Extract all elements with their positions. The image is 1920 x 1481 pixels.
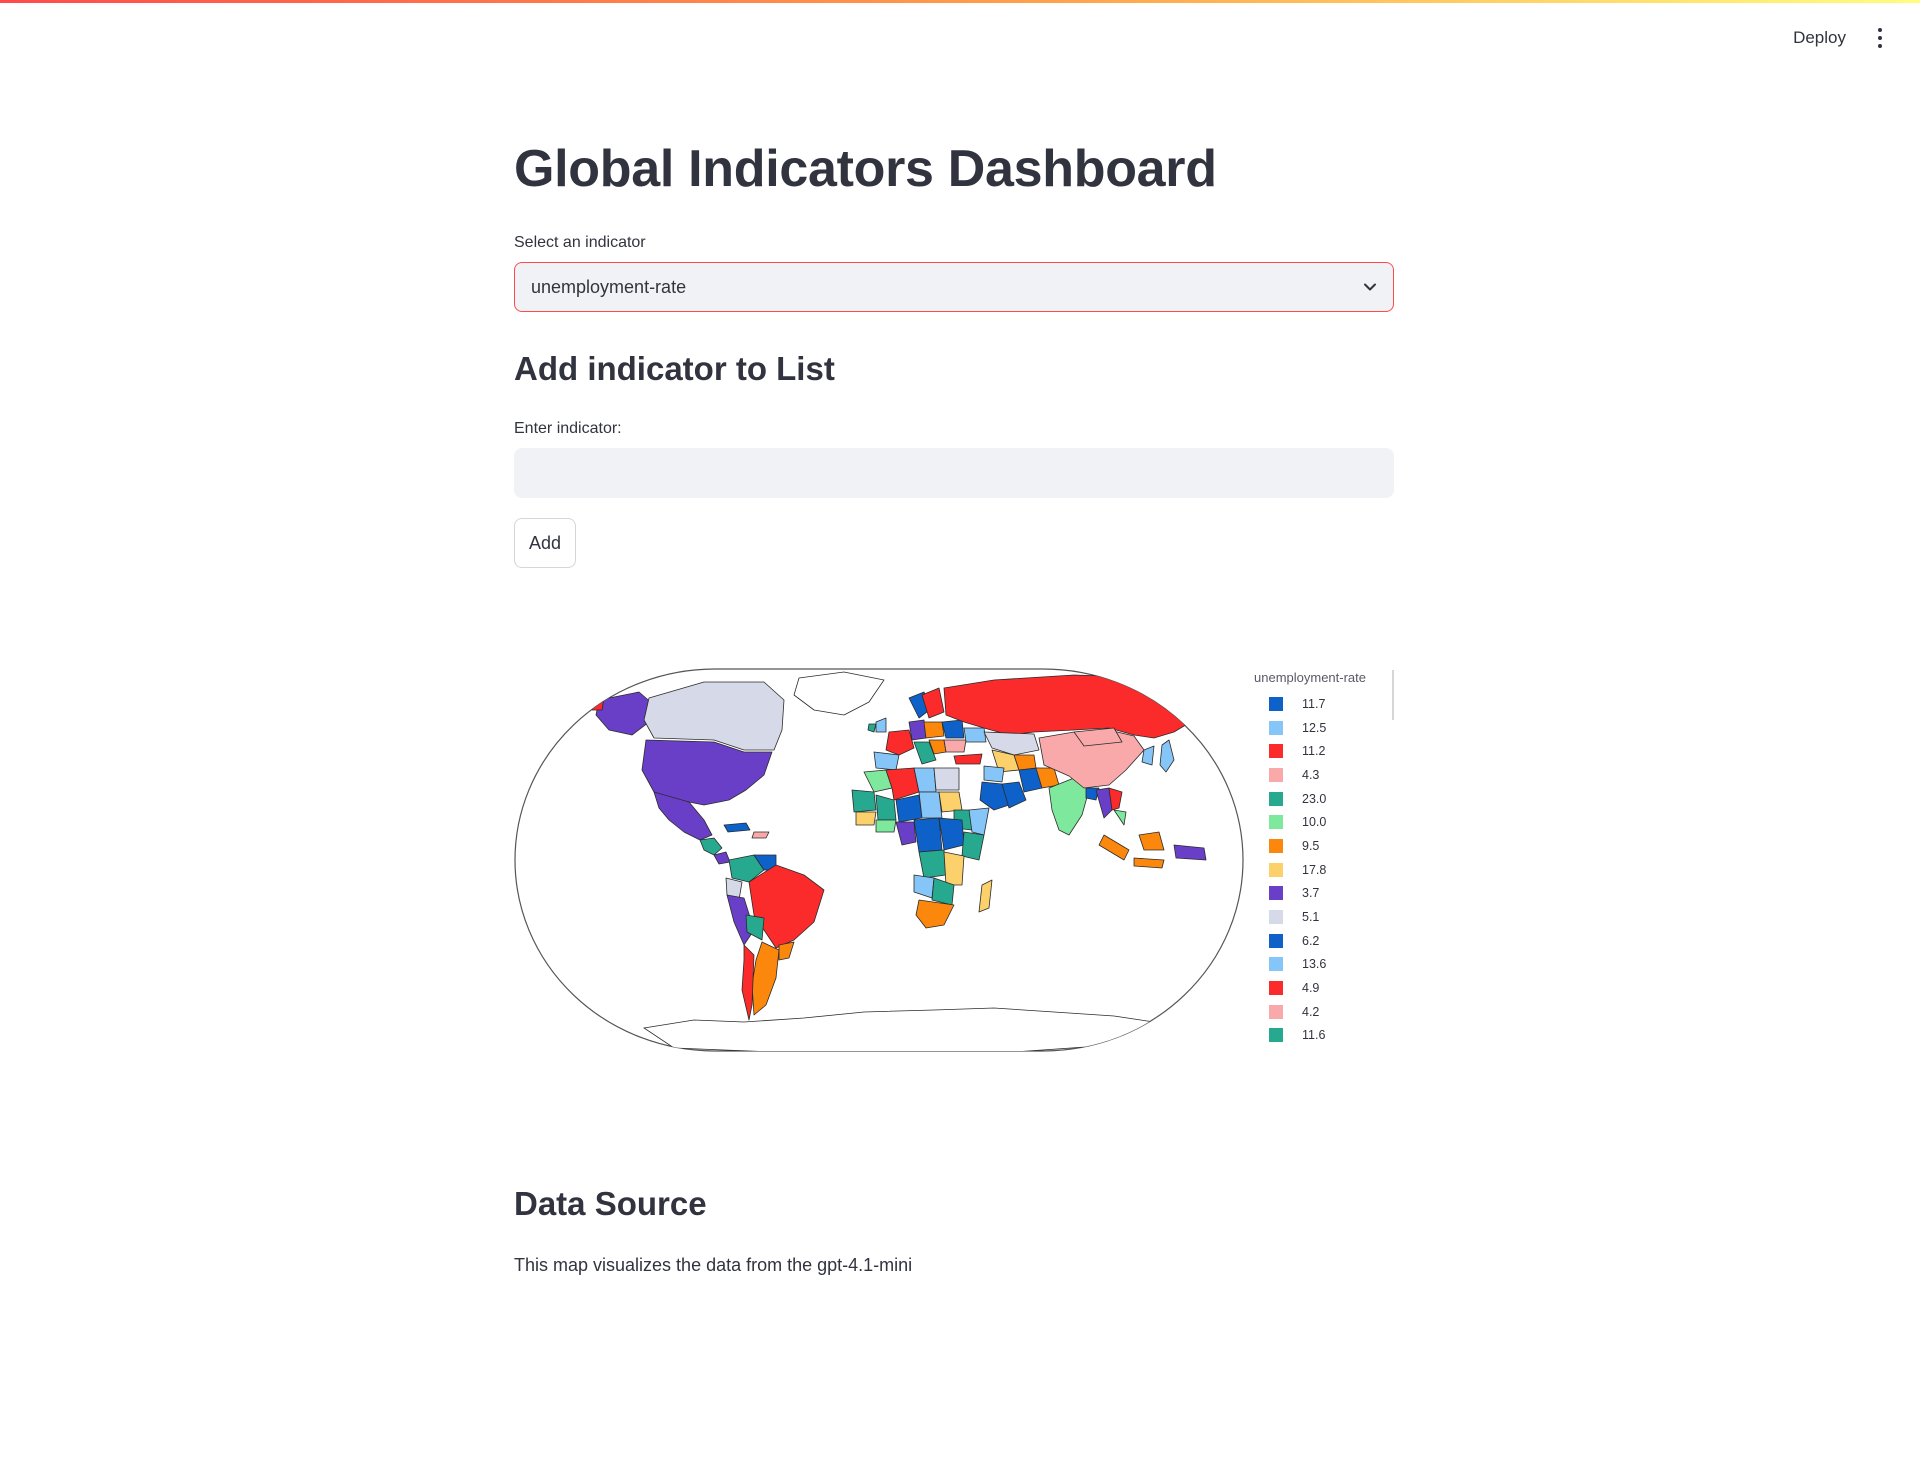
legend-item[interactable]: 3.7: [1269, 882, 1326, 906]
legend-label: 12.5: [1302, 720, 1327, 735]
kebab-menu-icon[interactable]: [1870, 22, 1890, 54]
world-map[interactable]: [514, 660, 1244, 1060]
country-shape[interactable]: [918, 791, 943, 819]
legend-item[interactable]: 12.5: [1269, 716, 1326, 740]
legend-item[interactable]: 11.7: [1269, 692, 1326, 716]
country-shape[interactable]: [875, 819, 897, 833]
chevron-down-icon: [1364, 283, 1376, 291]
legend-swatch: [1269, 981, 1283, 996]
legend-item[interactable]: 13.6: [1269, 953, 1326, 977]
legend-label: 10.0: [1302, 815, 1327, 830]
country-shape[interactable]: [591, 697, 605, 711]
legend-swatch: [1269, 886, 1283, 901]
indicator-input[interactable]: [514, 448, 1394, 498]
legend-label: 4.3: [1302, 767, 1320, 782]
legend-label: 23.0: [1302, 791, 1327, 806]
legend-label: 3.7: [1302, 886, 1320, 901]
legend-swatch: [1269, 838, 1283, 853]
country-shape[interactable]: [963, 727, 987, 743]
legend-item[interactable]: 4.9: [1269, 976, 1326, 1000]
country-shape[interactable]: [913, 817, 943, 853]
legend-label: 4.9: [1302, 981, 1320, 996]
legend-item[interactable]: 17.8: [1269, 858, 1326, 882]
page-title: Global Indicators Dashboard: [514, 140, 1217, 198]
country-shape[interactable]: [908, 719, 927, 741]
legend-swatch: [1269, 767, 1283, 782]
legend-item[interactable]: 10.0: [1269, 810, 1326, 834]
legend-title: unemployment-rate: [1254, 670, 1366, 685]
country-shape[interactable]: [983, 765, 1005, 783]
map-legend: unemployment-rate 11.7 12.5 11.2 4.3 23.0 10.…: [1254, 670, 1394, 1050]
legend-item[interactable]: 23.0: [1269, 787, 1326, 811]
legend-label: 17.8: [1302, 862, 1327, 877]
legend-item[interactable]: 5.1: [1269, 905, 1326, 929]
legend-swatch: [1269, 815, 1283, 830]
select-value: unemployment-rate: [531, 276, 687, 297]
select-label: Select an indicator: [514, 234, 646, 251]
country-shape[interactable]: [943, 739, 967, 753]
country-shape[interactable]: [851, 789, 877, 813]
country-shape[interactable]: [938, 791, 963, 813]
legend-label: 13.6: [1302, 957, 1327, 972]
indicator-select[interactable]: unemployment-rate: [514, 262, 1394, 312]
legend-label: 9.5: [1302, 838, 1320, 853]
legend-items: 11.7 12.5 11.2 4.3 23.0 10.0 9.5 17.8 3.7 5.1 6.2 1…: [1269, 692, 1326, 1047]
legend-swatch: [1269, 791, 1283, 806]
legend-swatch: [1269, 1004, 1283, 1019]
legend-item[interactable]: 9.5: [1269, 834, 1326, 858]
legend-label: 11.6: [1302, 1028, 1326, 1043]
legend-item[interactable]: 4.2: [1269, 1000, 1326, 1024]
country-shape[interactable]: [943, 674, 1235, 739]
top-decoration-stripe: [0, 0, 1920, 3]
data-source-section: Data Source This map visualizes the data…: [514, 1185, 1394, 1276]
legend-swatch: [1269, 744, 1283, 759]
deploy-button[interactable]: Deploy: [1787, 24, 1852, 52]
legend-swatch: [1269, 957, 1283, 972]
country-shape[interactable]: [933, 767, 960, 791]
legend-label: 6.2: [1302, 933, 1320, 948]
legend-swatch: [1269, 910, 1283, 925]
legend-swatch: [1269, 862, 1283, 877]
country-shape[interactable]: [1133, 857, 1165, 869]
country-shape[interactable]: [873, 751, 900, 771]
legend-label: 5.1: [1302, 910, 1320, 925]
legend-label: 11.7: [1302, 696, 1326, 711]
app-header: Deploy: [1787, 22, 1890, 54]
choropleth-map: unemployment-rate 11.7 12.5 11.2 4.3 23.0 10.…: [514, 660, 1394, 1060]
legend-swatch: [1269, 720, 1283, 735]
input-label: Enter indicator:: [514, 420, 622, 437]
country-shape[interactable]: [941, 719, 965, 739]
add-button[interactable]: Add: [514, 518, 577, 568]
legend-item[interactable]: 4.3: [1269, 763, 1326, 787]
data-source-heading: Data Source: [514, 1185, 707, 1222]
country-shape[interactable]: [895, 794, 923, 823]
legend-label: 11.2: [1302, 744, 1326, 759]
legend-label: 4.2: [1302, 1004, 1320, 1019]
add-indicator-heading: Add indicator to List: [514, 350, 835, 387]
main-content: Global Indicators Dashboard Select an in…: [514, 140, 1394, 568]
data-source-text: This map visualizes the data from the gp…: [514, 1255, 913, 1275]
legend-swatch: [1269, 696, 1283, 711]
legend-swatch: [1269, 933, 1283, 948]
country-shape[interactable]: [923, 721, 945, 739]
country-shape[interactable]: [855, 811, 877, 826]
country-shape[interactable]: [918, 849, 947, 879]
legend-item[interactable]: 11.2: [1269, 739, 1326, 763]
legend-item[interactable]: 11.6: [1269, 1024, 1326, 1048]
country-shape[interactable]: [723, 822, 751, 833]
legend-item[interactable]: 6.2: [1269, 929, 1326, 953]
country-shape[interactable]: [943, 851, 965, 886]
country-shape[interactable]: [751, 831, 770, 839]
country-shape[interactable]: [953, 753, 983, 765]
legend-scrollbar[interactable]: [1392, 670, 1394, 720]
legend-swatch: [1269, 1028, 1283, 1043]
